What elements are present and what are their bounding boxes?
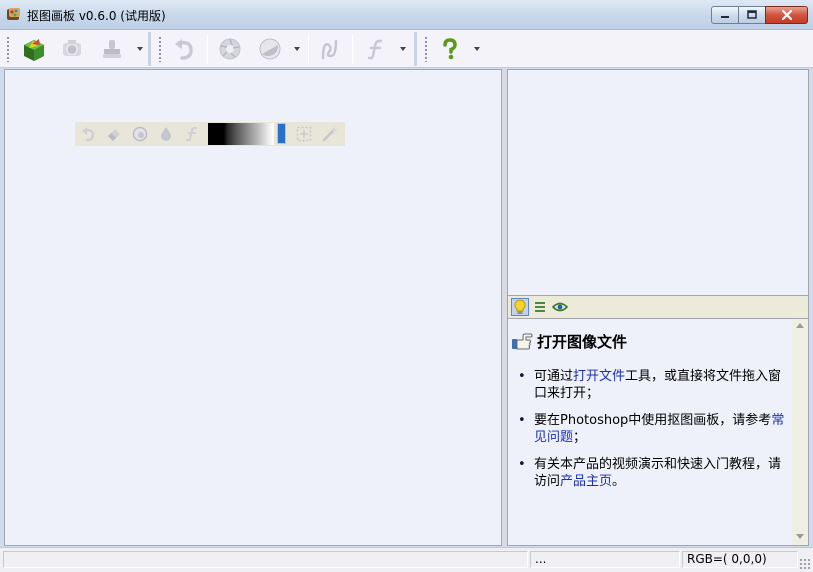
status-bar: ... RGB=( 0,0,0) <box>0 547 813 572</box>
strip-undo-button[interactable] <box>79 125 97 143</box>
stamp-dropdown-arrow[interactable] <box>137 47 143 51</box>
help-item-homepage: 有关本产品的视频演示和快速入门教程，请访问产品主页。 <box>518 456 788 490</box>
title-bar: 抠图画板 v0.6.0 (试用版) <box>0 0 813 30</box>
toolbar-grip[interactable] <box>158 36 162 62</box>
strip-function-button[interactable] <box>183 125 201 143</box>
list-icon <box>535 302 545 312</box>
undo-tool[interactable] <box>170 35 198 63</box>
camera-tool[interactable] <box>58 35 86 63</box>
main-toolbar <box>0 30 813 68</box>
maximize-icon <box>747 10 757 19</box>
pointing-hand-icon <box>512 333 533 349</box>
contrast-dropdown-arrow[interactable] <box>294 47 300 51</box>
tab-list[interactable] <box>531 298 549 316</box>
strip-eraser-button[interactable] <box>105 125 123 143</box>
maximize-button[interactable] <box>739 6 765 24</box>
strip-wand-button[interactable] <box>321 125 339 143</box>
preview-panel <box>507 69 809 296</box>
contrast-circle-icon <box>259 38 281 60</box>
help-list: 可通过打开文件工具，或直接将文件拖入窗口来打开； 要在Photoshop中使用抠… <box>518 368 788 500</box>
function-dropdown-arrow[interactable] <box>400 47 406 51</box>
scroll-down-arrow-icon[interactable] <box>796 534 804 539</box>
selected-color-swatch[interactable] <box>277 123 286 144</box>
help-scrollbar[interactable] <box>792 319 808 545</box>
help-heading: 打开图像文件 <box>511 331 627 352</box>
gray-level-slider[interactable] <box>208 123 274 145</box>
stamp-tool[interactable] <box>98 35 126 63</box>
function-tool[interactable] <box>362 35 390 63</box>
close-button[interactable] <box>765 6 808 24</box>
help-dropdown-arrow[interactable] <box>474 47 480 51</box>
aperture-tool[interactable] <box>216 35 244 63</box>
drop-icon <box>161 127 171 141</box>
status-info: ... <box>530 551 680 568</box>
floating-tool-strip <box>75 122 345 146</box>
strip-brush-button[interactable] <box>131 125 149 143</box>
window-controls <box>711 6 808 25</box>
strip-marquee-button[interactable] <box>295 125 313 143</box>
help-tool[interactable] <box>436 35 464 63</box>
open-file-tool[interactable] <box>20 35 48 63</box>
help-item-open: 可通过打开文件工具，或直接将文件拖入窗口来打开； <box>518 368 788 402</box>
eye-icon <box>552 302 568 312</box>
green-cube-icon <box>24 39 44 61</box>
function-f-icon <box>186 126 197 142</box>
minimize-button[interactable] <box>711 6 739 24</box>
resize-grip[interactable] <box>799 558 811 570</box>
strip-drop-button[interactable] <box>157 125 175 143</box>
magic-wand-icon <box>322 126 338 142</box>
tab-tips[interactable] <box>511 298 529 316</box>
open-file-link[interactable]: 打开文件 <box>573 369 625 384</box>
function-f-icon <box>367 39 383 60</box>
help-panel: 打开图像文件 可通过打开文件工具，或直接将文件拖入窗口来打开； 要在Photos… <box>507 318 809 546</box>
tab-preview[interactable] <box>551 298 569 316</box>
aperture-icon <box>219 38 241 60</box>
curve-tool[interactable] <box>316 35 344 63</box>
app-paint-icon[interactable] <box>6 6 22 22</box>
circle-brush-icon <box>132 126 148 142</box>
product-homepage-link[interactable]: 产品主页 <box>560 474 612 489</box>
close-icon <box>781 9 792 21</box>
toolbar-grip[interactable] <box>424 36 428 62</box>
status-rgb-readout: RGB=( 0,0,0) <box>682 551 798 568</box>
toolbar-grip[interactable] <box>6 36 10 62</box>
help-item-photoshop: 要在Photoshop中使用抠图画板，请参考常见问题； <box>518 412 788 446</box>
help-title: 打开图像文件 <box>537 333 628 351</box>
image-canvas-panel[interactable] <box>4 69 502 546</box>
lightbulb-icon <box>514 299 526 314</box>
side-tab-bar <box>507 296 809 318</box>
help-question-icon <box>443 38 457 60</box>
undo-arrow-icon <box>82 127 95 142</box>
stamp-icon <box>103 40 121 58</box>
status-main <box>3 551 528 568</box>
undo-arrow-icon <box>175 39 193 60</box>
minimize-icon <box>721 16 729 18</box>
curve-icon <box>321 39 338 60</box>
contrast-tool[interactable] <box>256 35 284 63</box>
eraser-icon <box>108 129 120 141</box>
marquee-select-icon <box>296 126 312 142</box>
camera-icon <box>63 40 81 56</box>
window-title: 抠图画板 v0.6.0 (试用版) <box>27 9 166 23</box>
scroll-up-arrow-icon[interactable] <box>796 323 804 328</box>
